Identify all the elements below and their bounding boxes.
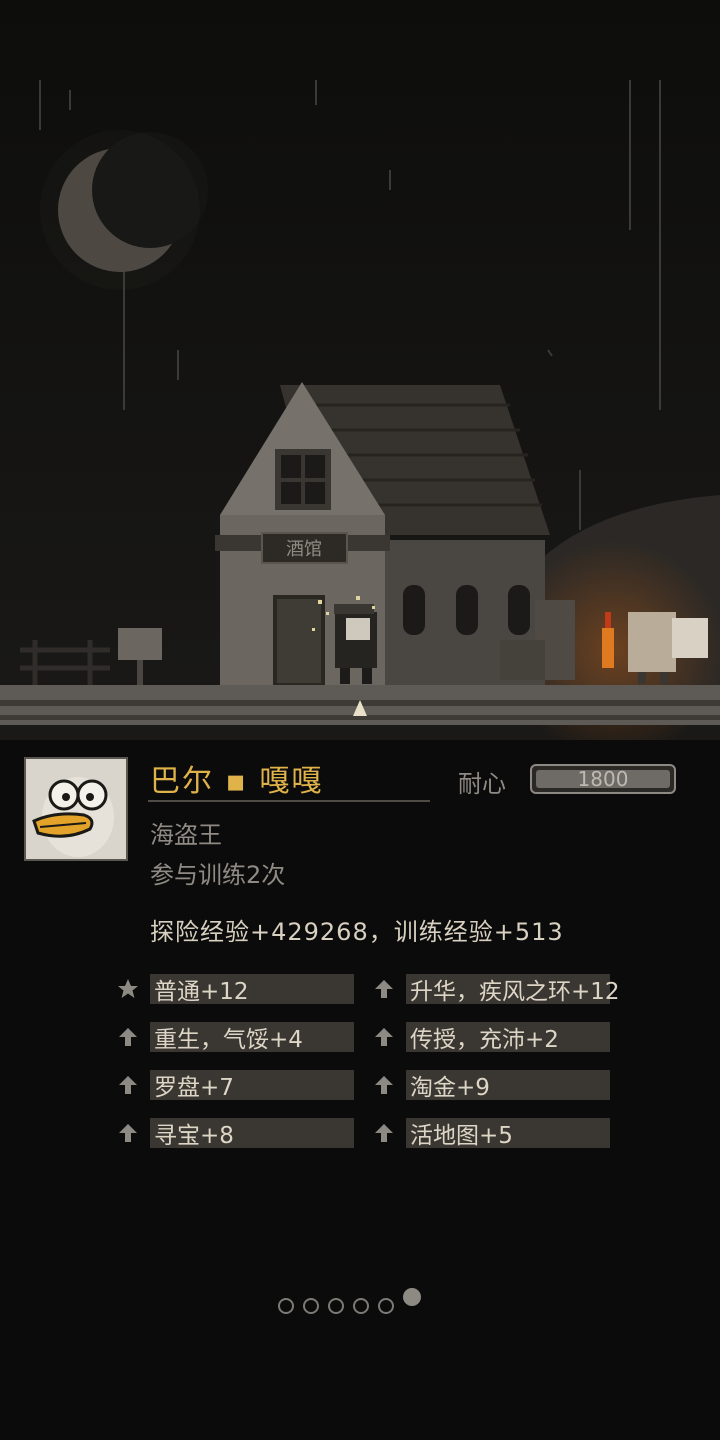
skill-item[interactable]: 重生，气馁+4 xyxy=(116,1022,354,1053)
skill-item[interactable]: 罗盘+7 xyxy=(116,1070,354,1101)
up-arrow-icon xyxy=(372,1121,396,1145)
character-name: 巴尔 ▪ 嘎嘎 xyxy=(150,764,324,799)
page-dot[interactable] xyxy=(278,1298,294,1314)
page-dot[interactable] xyxy=(378,1298,394,1314)
tavern-sign: 酒馆 xyxy=(286,539,322,560)
experience-summary: 探险经验+429268，训练经验+513 xyxy=(150,918,564,946)
skill-item[interactable]: 升华，疾风之环+12 xyxy=(372,974,620,1005)
star-icon xyxy=(116,977,140,1001)
patience-label: 耐心 xyxy=(458,770,506,798)
training-count: 参与训练2次 xyxy=(150,861,286,889)
page-dot[interactable] xyxy=(353,1298,369,1314)
up-arrow-icon xyxy=(116,1121,140,1145)
page-dot-active[interactable] xyxy=(403,1288,421,1306)
patience-value: 1800 xyxy=(577,767,629,791)
scene-art: 酒馆 xyxy=(0,0,720,740)
skill-item[interactable]: 淘金+9 xyxy=(372,1070,610,1101)
avatar[interactable] xyxy=(24,757,128,861)
skill-label: 淘金+9 xyxy=(406,1070,610,1101)
skill-label: 升华，疾风之环+12 xyxy=(406,974,620,1005)
skill-label: 传授，充沛+2 xyxy=(406,1022,610,1053)
up-arrow-icon xyxy=(116,1025,140,1049)
up-arrow-icon xyxy=(372,1073,396,1097)
name-divider xyxy=(148,800,430,802)
duck-portrait-icon xyxy=(26,759,126,859)
skill-label: 普通+12 xyxy=(150,974,354,1005)
up-arrow-icon xyxy=(372,1025,396,1049)
page-dot[interactable] xyxy=(303,1298,319,1314)
patience-bar: 1800 xyxy=(530,764,676,794)
skill-item[interactable]: 传授，充沛+2 xyxy=(372,1022,610,1053)
page-indicator[interactable] xyxy=(278,1288,421,1314)
page-dot[interactable] xyxy=(328,1298,344,1314)
skill-label: 罗盘+7 xyxy=(150,1070,354,1101)
skill-label: 寻宝+8 xyxy=(150,1118,354,1149)
character-title: 海盗王 xyxy=(150,821,222,849)
game-scene: 酒馆 xyxy=(0,0,720,740)
skill-label: 重生，气馁+4 xyxy=(150,1022,354,1053)
skill-label: 活地图+5 xyxy=(406,1118,610,1149)
skill-item[interactable]: 寻宝+8 xyxy=(116,1118,354,1149)
skill-item[interactable]: 普通+12 xyxy=(116,974,354,1005)
skill-item[interactable]: 活地图+5 xyxy=(372,1118,610,1149)
up-arrow-icon xyxy=(372,977,396,1001)
up-arrow-icon xyxy=(116,1073,140,1097)
